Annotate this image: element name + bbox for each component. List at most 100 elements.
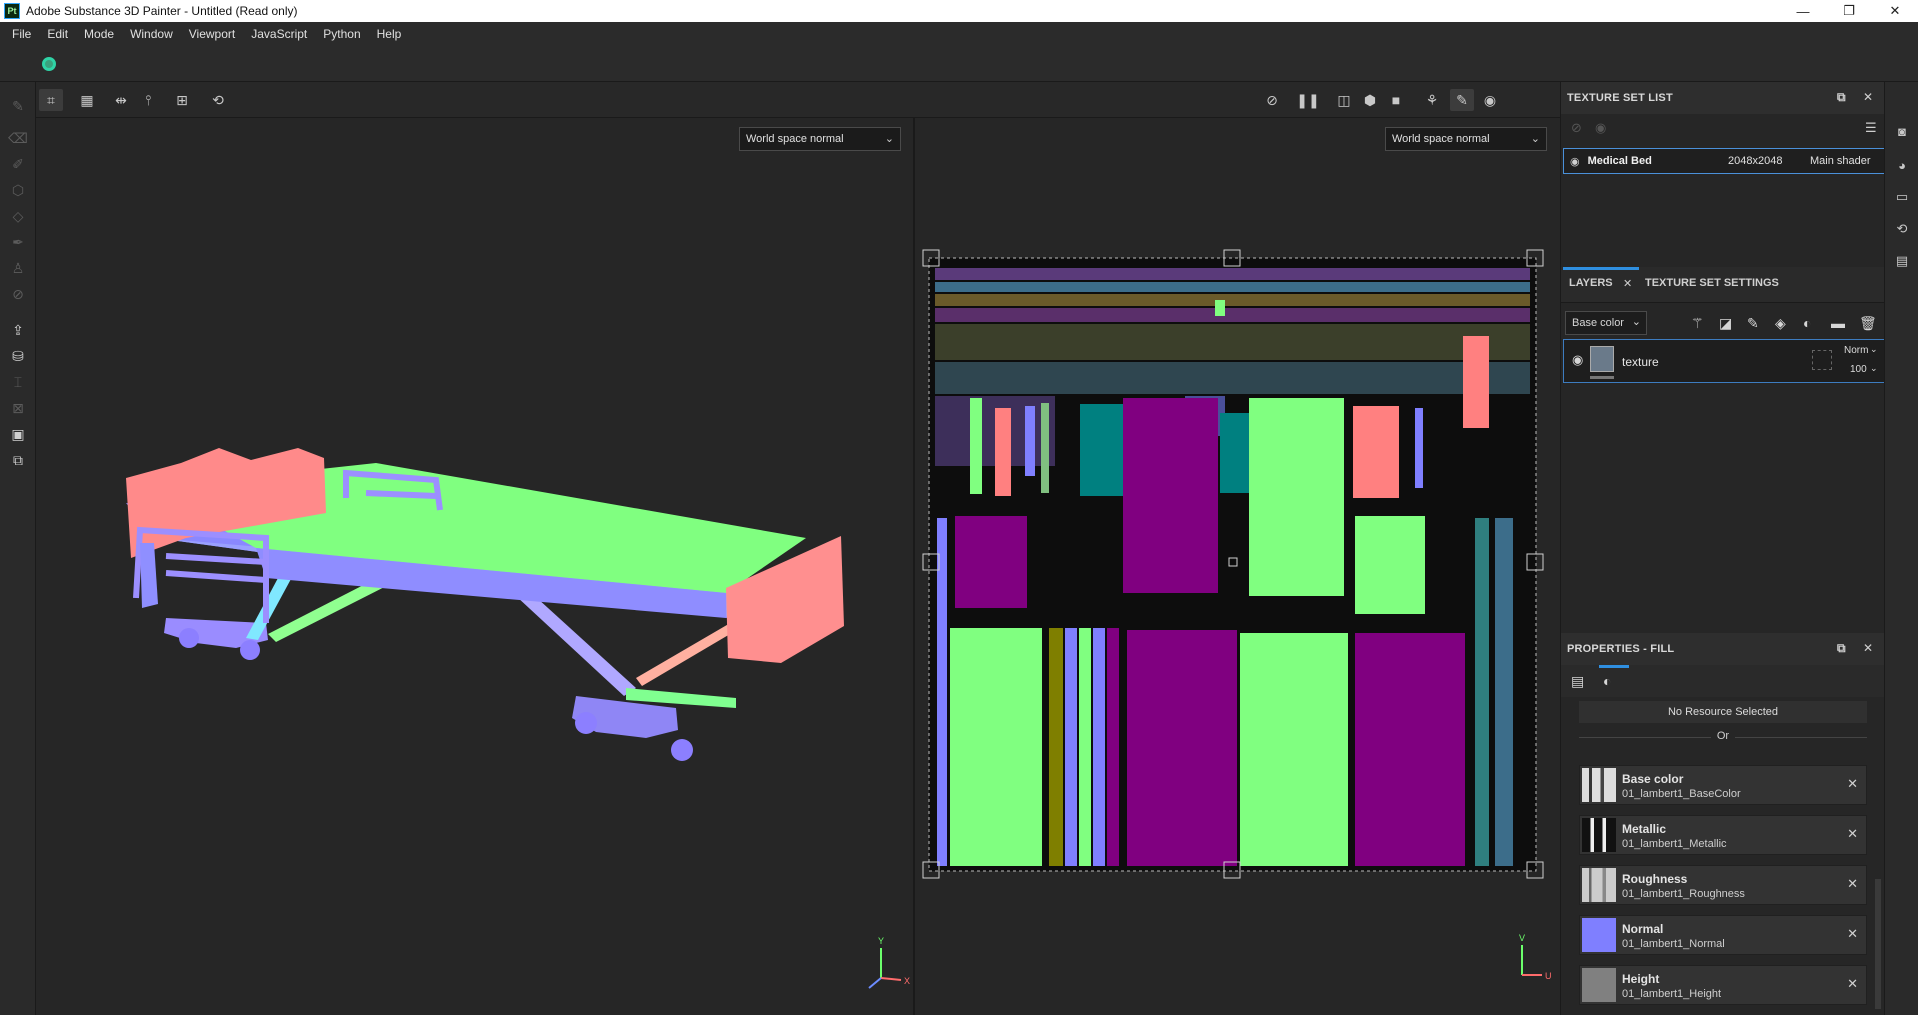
hide-all-icon[interactable]: ⊘	[1571, 120, 1582, 136]
visibility-eye-icon[interactable]: ◉	[1570, 155, 1580, 168]
close-panel-icon[interactable]: ✕	[1863, 641, 1873, 655]
property-roughness[interactable]: Roughness 01_lambert1_Roughness ✕	[1579, 865, 1867, 905]
hide-uv-icon[interactable]: ⊘	[1260, 89, 1284, 111]
maximize-button[interactable]: ❐	[1826, 0, 1872, 22]
paint-brush-icon[interactable]: ✎	[8, 96, 28, 116]
uv-tool-icon[interactable]: ⊠	[8, 398, 28, 418]
render-snapshot-icon[interactable]: ◉	[1478, 89, 1502, 111]
uv-island	[1080, 404, 1125, 496]
shader-settings-icon[interactable]: ◕	[1893, 156, 1911, 174]
material-sphere-icon[interactable]: ◐	[1603, 673, 1611, 689]
polygon-fill-icon[interactable]: ◇	[8, 206, 28, 226]
close-window-button[interactable]: ✕	[1872, 0, 1918, 22]
add-paint-layer-icon[interactable]: ✎	[1747, 315, 1759, 332]
log-icon[interactable]: ▤	[1893, 252, 1911, 270]
height-thumbnail	[1582, 968, 1616, 1002]
symmetry-icon[interactable]: ⇹	[109, 89, 133, 111]
geometry-mask-icon[interactable]: ⬡	[8, 180, 28, 200]
uv-island	[1495, 518, 1513, 866]
remove-resource-icon[interactable]: ✕	[1847, 876, 1858, 892]
display-mode-icon[interactable]: ⬢	[1358, 89, 1382, 111]
history-icon[interactable]: ⟲	[206, 89, 230, 111]
camera-icon[interactable]: ■	[1384, 89, 1408, 111]
delete-layer-icon[interactable]: 🗑	[1859, 315, 1877, 332]
undock-icon[interactable]: ⧉	[1837, 641, 1846, 656]
remove-resource-icon[interactable]: ✕	[1847, 976, 1858, 992]
viewport-2d[interactable]: World space normal ⌄ V U	[915, 118, 1560, 1015]
layer-opacity[interactable]: 100	[1850, 364, 1867, 375]
layer-visibility-eye-icon[interactable]: ◉	[1572, 352, 1583, 368]
uv-island	[1107, 628, 1119, 866]
fill-settings-icon[interactable]: ▤	[1571, 673, 1584, 690]
mesh-icon[interactable]: ⧉	[8, 450, 28, 470]
menu-viewport[interactable]: Viewport	[181, 27, 243, 41]
menu-javascript[interactable]: JavaScript	[243, 27, 315, 41]
bake-icon[interactable]: ⛁	[8, 346, 28, 366]
active-tab-indicator	[1563, 267, 1639, 270]
menu-mode[interactable]: Mode	[76, 27, 122, 41]
property-base-color[interactable]: Base color 01_lambert1_BaseColor ✕	[1579, 765, 1867, 805]
history-icon[interactable]: ⟲	[1893, 220, 1911, 238]
minimize-button[interactable]: —	[1780, 0, 1826, 22]
assets-icon[interactable]: ▭	[1893, 188, 1911, 206]
viewport-3d[interactable]: World space normal ⌄ Y X	[36, 118, 913, 1015]
paint-mode-icon[interactable]: ✎	[1450, 89, 1474, 111]
uv-island	[1093, 628, 1105, 866]
menu-help[interactable]: Help	[369, 27, 410, 41]
layer-row[interactable]: ◉ texture Norm ⌄ 100 ⌄	[1563, 339, 1885, 383]
screenshot-icon[interactable]: ▣	[8, 424, 28, 444]
property-file: 01_lambert1_Metallic	[1622, 838, 1727, 850]
display-settings-icon[interactable]: ◙	[1893, 122, 1911, 140]
undock-icon[interactable]: ⧉	[1837, 90, 1846, 105]
menu-file[interactable]: File	[4, 27, 39, 41]
smudge-icon[interactable]: ✒	[8, 232, 28, 252]
active-tab-indicator	[1599, 665, 1629, 668]
remove-resource-icon[interactable]: ✕	[1847, 776, 1858, 792]
property-metallic[interactable]: Metallic 01_lambert1_Metallic ✕	[1579, 815, 1867, 855]
no-resource-selected[interactable]: No Resource Selected	[1579, 701, 1867, 723]
measure-icon[interactable]: ⌶	[8, 372, 28, 392]
clone-stamp-icon[interactable]: ♙	[8, 258, 28, 278]
menu-window[interactable]: Window	[122, 27, 181, 41]
projection-icon[interactable]: ✐	[8, 154, 28, 174]
uv-island	[1220, 413, 1250, 493]
texture-set-resolution[interactable]: 2048x2048	[1728, 155, 1782, 167]
color-picker-icon[interactable]: ⊘	[8, 284, 28, 304]
menu-icon[interactable]: ☰	[1865, 120, 1877, 136]
grid-layout-icon[interactable]: ▦	[75, 89, 99, 111]
property-normal[interactable]: Normal 01_lambert1_Normal ✕	[1579, 915, 1867, 955]
normal-thumbnail	[1582, 918, 1616, 952]
menu-python[interactable]: Python	[315, 27, 368, 41]
add-frame-icon[interactable]: ⊞	[170, 89, 194, 111]
layer-mask-slot[interactable]	[1812, 350, 1832, 370]
remove-resource-icon[interactable]: ✕	[1847, 826, 1858, 842]
frame-select-icon[interactable]: ⌗	[39, 89, 63, 111]
close-panel-icon[interactable]: ✕	[1863, 90, 1873, 104]
align-center-icon[interactable]: ⫯	[136, 89, 160, 111]
texture-set-row[interactable]: ◉ Medical Bed 2048x2048 Main shader	[1563, 148, 1885, 174]
show-all-icon[interactable]: ◉	[1595, 120, 1606, 136]
split-view-icon[interactable]: ◫	[1332, 89, 1356, 111]
close-tab-icon[interactable]: ✕	[1623, 277, 1632, 290]
properties-scrollbar[interactable]	[1875, 879, 1881, 1009]
remove-resource-icon[interactable]: ✕	[1847, 926, 1858, 942]
texture-set-shader[interactable]: Main shader	[1810, 155, 1871, 167]
add-mask-icon[interactable]: ◪	[1719, 315, 1732, 332]
menu-edit[interactable]: Edit	[39, 27, 76, 41]
export-icon[interactable]: ⇪	[8, 320, 28, 340]
pause-icon[interactable]: ❚❚	[1296, 89, 1320, 111]
layer-channel-select[interactable]: Base color ⌄	[1565, 311, 1647, 335]
add-fill-layer-icon[interactable]: ◈	[1775, 315, 1786, 332]
add-smart-material-icon[interactable]: ◐	[1803, 315, 1811, 331]
add-folder-icon[interactable]: ▬	[1831, 315, 1845, 331]
sync-status-icon[interactable]	[42, 57, 56, 71]
tab-texture-set-settings[interactable]: TEXTURE SET SETTINGS	[1645, 277, 1779, 289]
environment-icon[interactable]: ⚘	[1420, 89, 1444, 111]
property-height[interactable]: Height 01_lambert1_Height ✕	[1579, 965, 1867, 1005]
eraser-icon[interactable]: ⌫	[8, 128, 28, 148]
layer-blend-mode[interactable]: Norm	[1844, 345, 1868, 356]
add-effect-icon[interactable]: ⚚	[1691, 315, 1704, 332]
tab-layers[interactable]: LAYERS	[1569, 277, 1613, 289]
layers-tabbar: LAYERS ✕ TEXTURE SET SETTINGS	[1561, 267, 1884, 303]
property-name: Height	[1622, 972, 1660, 986]
